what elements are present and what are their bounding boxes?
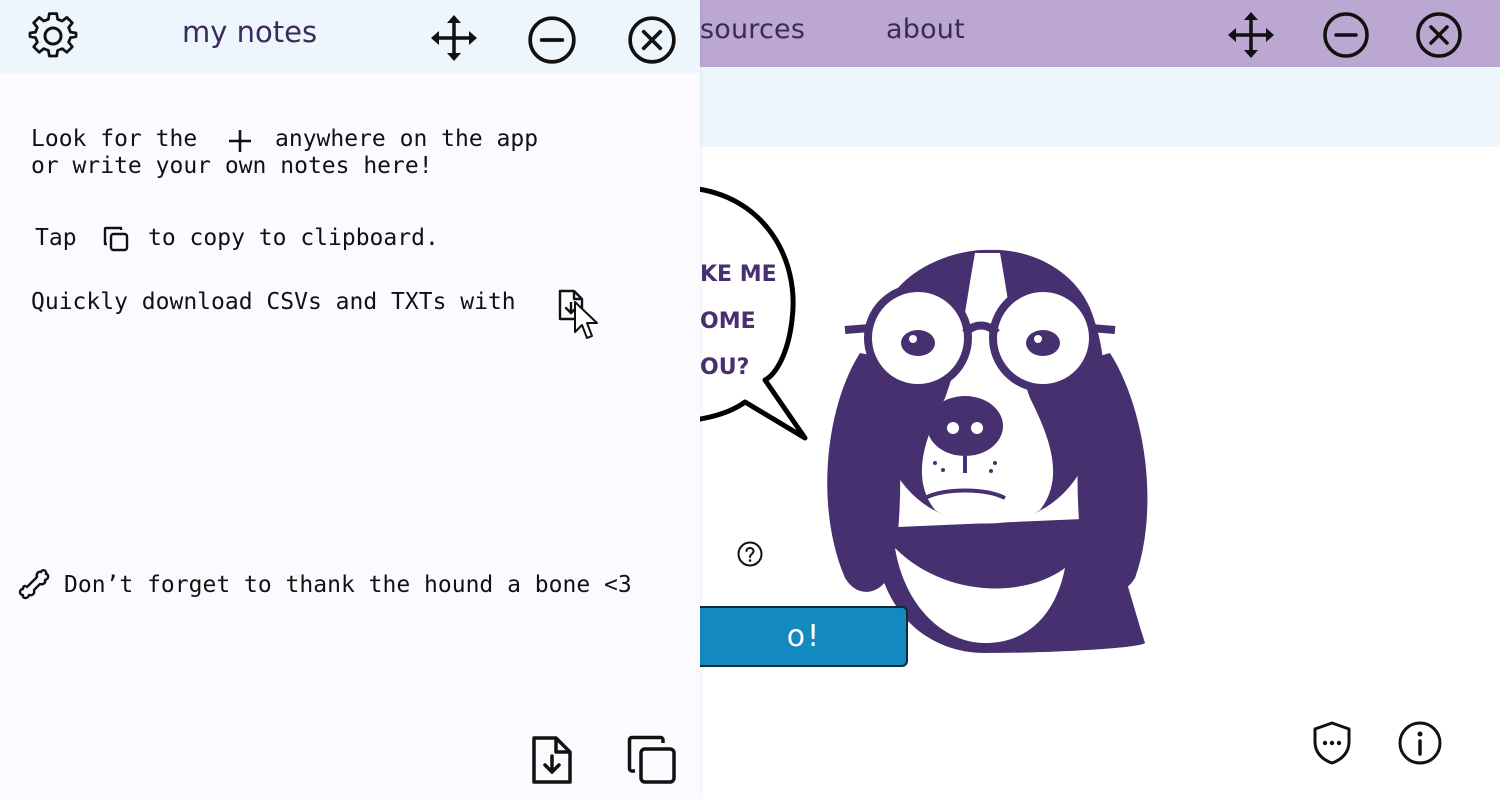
copy-icon[interactable]	[626, 734, 678, 786]
note-line-1-end: anywhere on the app	[275, 126, 539, 152]
notes-panel-header	[0, 0, 700, 73]
note-tap-end: to copy to clipboard.	[148, 225, 439, 251]
cta-label: o!	[786, 619, 822, 654]
bone-icon	[18, 568, 50, 600]
gear-icon[interactable]	[28, 12, 78, 62]
note-line-2: or write your own notes here!	[31, 153, 433, 179]
close-icon[interactable]	[626, 14, 678, 66]
note-bone-line: Don’t forget to thank the hound a bone <…	[64, 572, 632, 598]
notes-panel	[0, 0, 700, 800]
close-icon[interactable]	[1414, 10, 1464, 60]
bubble-line-3: OU?	[700, 355, 750, 380]
minimize-icon[interactable]	[1321, 10, 1371, 60]
move-icon[interactable]	[1226, 10, 1276, 60]
note-tap-start: Tap	[35, 225, 77, 251]
bubble-line-2: OME	[700, 309, 756, 334]
shield-dots-icon[interactable]	[1310, 720, 1354, 766]
cursor-pointer-icon	[573, 300, 601, 342]
beagle-illustration	[827, 249, 1148, 653]
info-icon[interactable]	[1397, 720, 1443, 766]
notes-panel-title: my notes	[182, 15, 318, 49]
minimize-icon[interactable]	[526, 14, 578, 66]
move-icon[interactable]	[429, 13, 479, 63]
bubble-line-1: KE ME	[700, 262, 777, 287]
copy-icon	[102, 225, 130, 253]
note-download-line: Quickly download CSVs and TXTs with	[31, 289, 516, 315]
file-download-icon[interactable]	[528, 734, 576, 786]
nav-link-sources[interactable]: sources	[700, 14, 805, 45]
nav-link-about[interactable]: about	[886, 14, 965, 45]
help-icon[interactable]	[736, 540, 764, 568]
note-line-1-start: Look for the	[31, 126, 198, 152]
plus-icon	[227, 128, 253, 154]
